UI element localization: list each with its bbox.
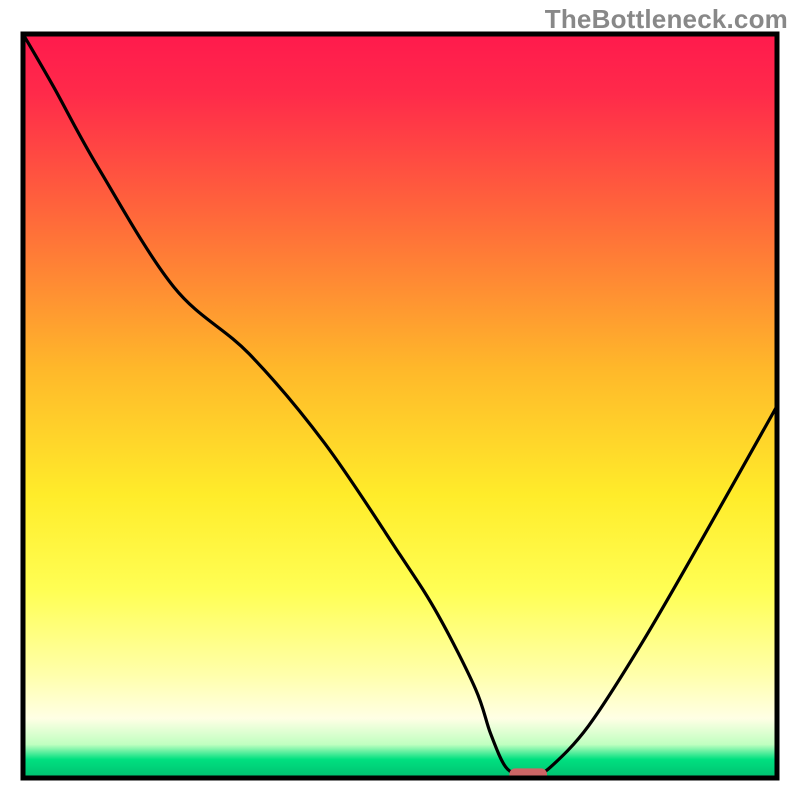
- plot-area: [23, 34, 777, 780]
- watermark-text: TheBottleneck.com: [545, 4, 788, 35]
- bottleneck-chart: [0, 0, 800, 800]
- chart-container: TheBottleneck.com: [0, 0, 800, 800]
- gradient-background: [23, 34, 777, 778]
